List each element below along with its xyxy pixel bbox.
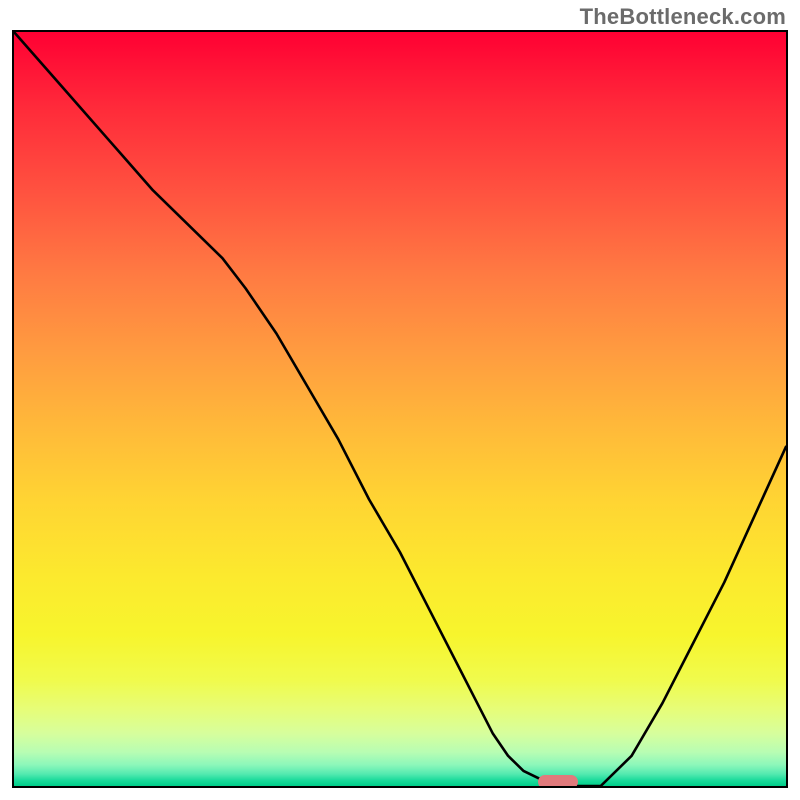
- attribution-text: TheBottleneck.com: [580, 4, 786, 30]
- chart-curve: [14, 32, 786, 786]
- chart-frame: [12, 30, 788, 788]
- chart-marker: [538, 775, 578, 788]
